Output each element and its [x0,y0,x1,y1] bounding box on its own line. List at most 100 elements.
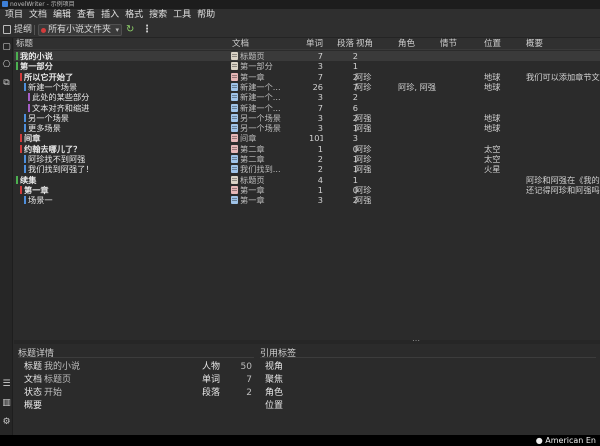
heading-level-marker [16,62,18,71]
outline-row[interactable]: 新建一个场景 新建一个... 26 7 阿珍 阿珍, 阿强 地球 [14,82,600,92]
title-page-icon [231,62,238,71]
novel-root-value: 所有小说文件夹 [48,25,112,35]
row-title: 间章 [24,133,41,144]
menu-bar: 项目 文档 编辑 查看 插入 格式 搜索 工具 帮助 [0,9,600,22]
detail-characters-label: 人物 [202,362,221,372]
column-location[interactable]: 位置 [484,38,501,50]
detail-status-label: 状态 [24,388,43,398]
row-words: 26 [312,81,323,92]
status-language: ● American En [535,436,596,445]
outline-row[interactable]: 我的小说 标题页 7 2 [14,51,600,62]
row-words: 4 [317,174,323,185]
row-words: 2 [317,164,323,175]
outline-row[interactable]: 我们找到阿强了！ 我们找到... 2 1 阿强 火星 [14,164,600,174]
row-pov: 阿强 [355,195,372,206]
row-document: 标题页 [240,51,265,61]
row-title: 所以它开始了 [24,71,74,82]
heading-level-marker [16,175,18,184]
column-document[interactable]: 文档 [232,38,249,50]
menu-project[interactable]: 项目 [2,9,26,22]
row-document: 标题页 [240,174,265,185]
row-words: 101 [309,133,323,144]
row-pov: 阿珍 [355,143,372,154]
row-title: 第一章 [24,184,49,195]
menu-edit[interactable]: 编辑 [50,9,74,22]
outline-toolbar: 提纲 所有小说文件夹 ▾ ↻ ⋮ [0,22,600,38]
outline-row[interactable]: 约翰去哪儿了？ 第二章 1 0 阿珍 太空 [14,144,600,154]
list-icon[interactable]: ☰ [1,379,12,390]
details-divider [18,357,254,358]
row-location: 太空 [484,154,501,164]
status-bar: ● American En [0,435,600,446]
gear-icon[interactable]: ⚙ [1,417,12,428]
row-words: 1 [317,184,323,195]
column-words[interactable]: 单词 [306,38,323,50]
more-options-icon[interactable]: ⋮ [142,23,152,37]
menu-help[interactable]: 帮助 [194,9,218,22]
row-document: 第一章 [240,195,265,206]
row-title: 我们找到阿强了！ [28,164,94,175]
row-paragraphs: 6 [352,102,358,113]
column-pov[interactable]: 视角 [356,38,373,50]
novel-root-select[interactable]: 所有小说文件夹 ▾ [38,24,122,36]
row-words: 1 [317,143,323,154]
column-paragraphs[interactable]: 段落 [337,38,354,50]
side-toolbar: ▢ ⎔ ⧉ ☰ ▥ ⚙ [0,38,13,435]
novel-root-icon [41,28,46,33]
scene-document-icon [231,103,238,112]
outline-view-icon[interactable]: ⧉ [1,78,12,89]
outline-row[interactable]: 续集 标题页 4 1 阿珍和阿强在《我的 [14,175,600,185]
outline-row[interactable]: 第一章 第一章 1 0 阿珍 还记得阿珍和阿强吗 [14,185,600,195]
row-document: 第二章 [240,143,265,154]
column-synopsis[interactable]: 概要 [526,38,543,50]
row-location: 地球 [484,112,501,123]
row-words: 2 [317,154,323,164]
novel-tree-icon[interactable]: ⎔ [1,60,12,71]
menu-view[interactable]: 查看 [74,9,98,22]
row-document: 另一个场景 [240,123,281,134]
outline-row[interactable]: 第一部分 第一部分 3 1 [14,61,600,71]
outline-row[interactable]: 场景一 第一章 3 2 阿强 [14,195,600,205]
menu-format[interactable]: 格式 [122,9,146,22]
row-pov: 阿珍 [355,154,372,164]
column-plot[interactable]: 情节 [440,38,457,50]
heading-level-marker [24,113,26,122]
outline-row[interactable]: 阿珍找不到阿强 第二章 2 1 阿珍 太空 [14,154,600,164]
scene-document-icon [231,82,238,91]
row-title: 约翰去哪儿了？ [24,143,82,154]
row-words: 7 [317,51,323,61]
refresh-icon[interactable]: ↻ [126,23,134,37]
heading-level-marker [20,72,22,81]
row-words: 3 [317,92,323,103]
outline-row[interactable]: 所以它开始了 第一章 7 2 阿珍 地球 我们可以添加章节文 [14,72,600,82]
heading-level-marker [20,144,22,153]
detail-title-label: 标题 [24,362,43,372]
row-paragraphs: 3 [352,133,358,144]
menu-document[interactable]: 文档 [26,9,50,22]
title-bar: novelWriter - 示例项目 [0,0,600,9]
column-title[interactable]: 标题 [16,38,33,50]
outline-row[interactable]: 文本对齐和缩进 新建一个... 7 6 [14,103,600,113]
tag-character: 角色 [265,388,284,398]
menu-tools[interactable]: 工具 [170,9,194,22]
outline-row[interactable]: 间章 间章 101 3 [14,133,600,143]
statistics-icon[interactable]: ▥ [1,398,12,409]
menu-search[interactable]: 搜索 [146,9,170,22]
row-synopsis: 还记得阿珍和阿强吗 [526,184,600,195]
scene-document-icon [231,165,238,174]
outline-row[interactable]: 此处的某些部分 新建一个... 3 2 [14,92,600,102]
row-paragraphs: 1 [352,61,358,72]
row-title: 另一个场景 [28,112,69,123]
row-document: 新建一个... [240,81,281,92]
project-tree-icon[interactable]: ▢ [1,42,12,53]
outline-row[interactable]: 另一个场景 另一个场景 3 2 阿强 地球 [14,113,600,123]
tag-focus: 聚焦 [265,375,284,385]
menu-insert[interactable]: 插入 [98,9,122,22]
row-location: 太空 [484,143,501,154]
row-pov: 阿珍 [355,184,372,195]
scene-document-icon [231,155,238,163]
row-words: 3 [317,61,323,72]
row-title: 我的小说 [20,51,53,61]
outline-row[interactable]: 更多场景 另一个场景 3 1 阿强 地球 [14,123,600,133]
column-characters[interactable]: 角色 [398,38,415,50]
